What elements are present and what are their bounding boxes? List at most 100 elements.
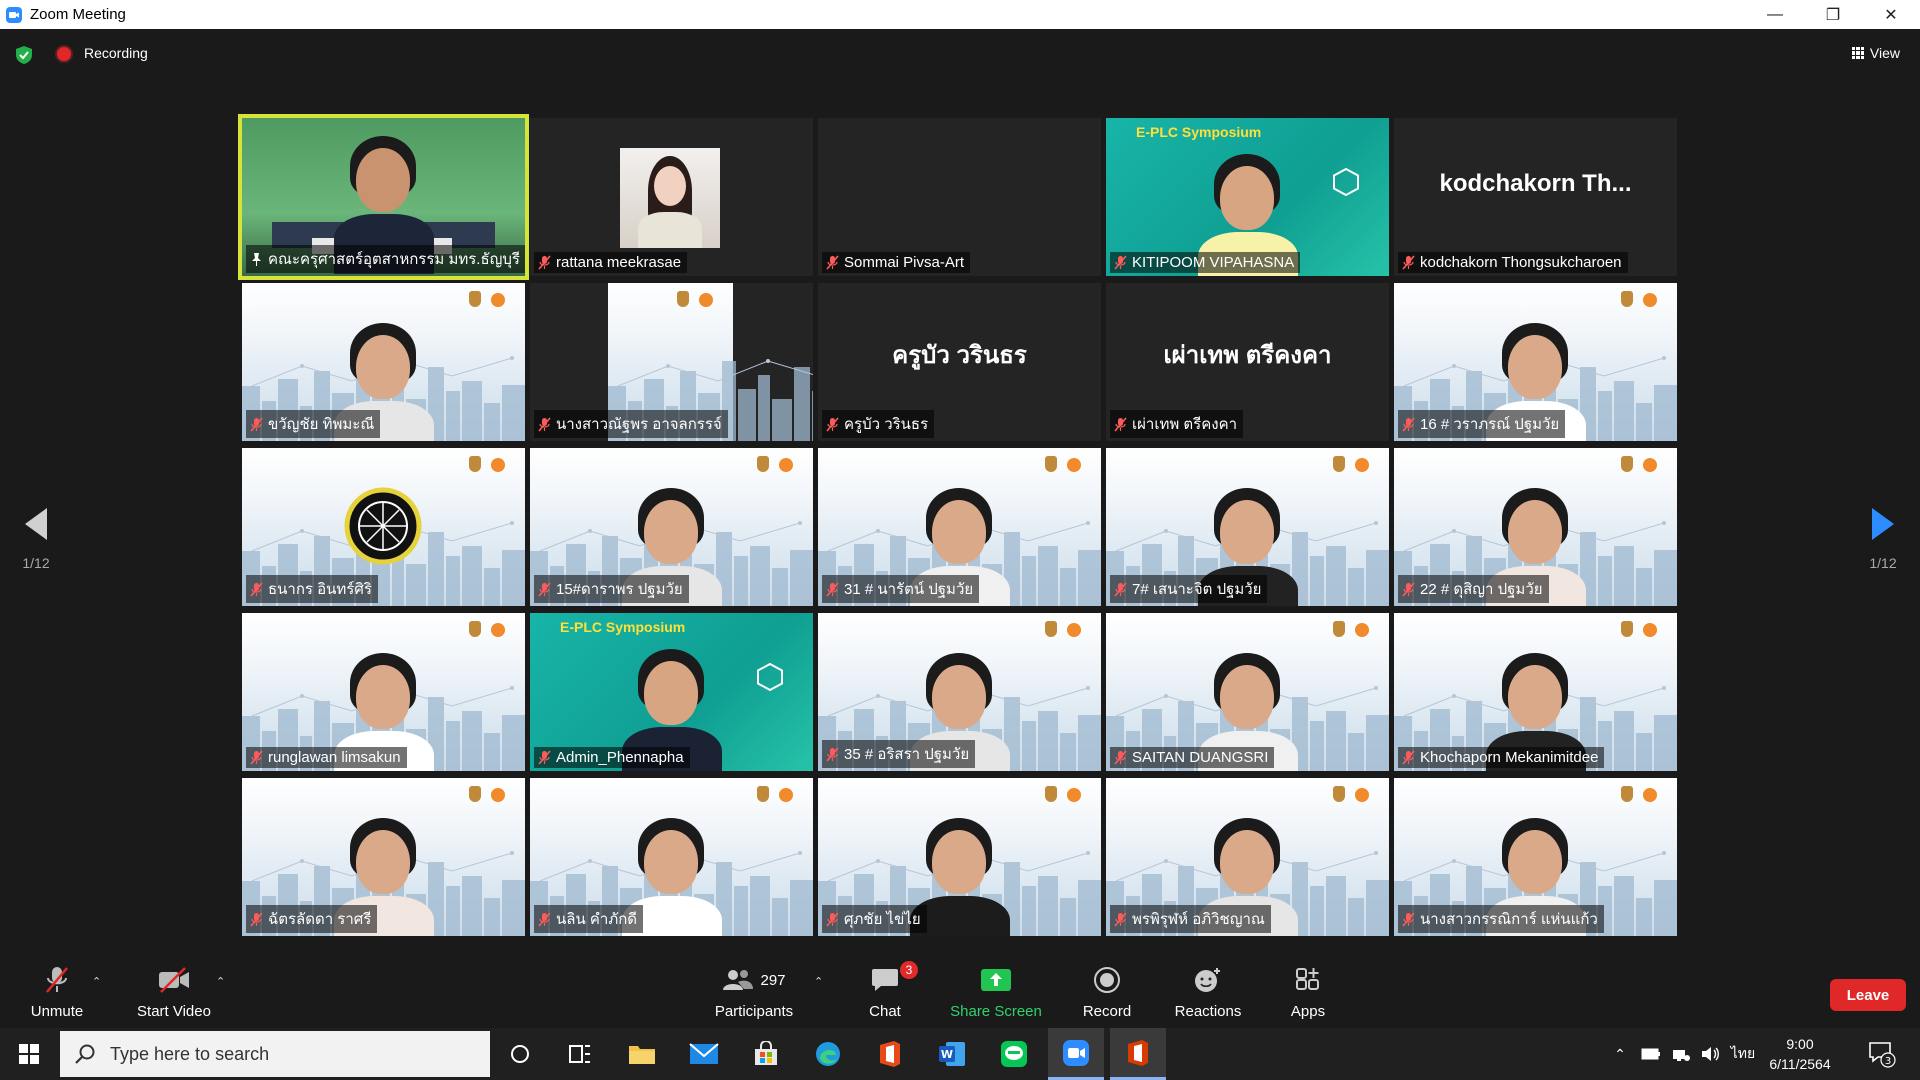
profile-photo bbox=[620, 148, 720, 248]
participant-tile[interactable]: Khochaporn Mekanimitdee bbox=[1394, 613, 1677, 771]
next-page-button[interactable]: 1/12 bbox=[1853, 508, 1913, 571]
university-logo-icon bbox=[757, 786, 769, 802]
microphone-muted-icon bbox=[1402, 416, 1415, 432]
record-button[interactable]: Record bbox=[1080, 965, 1134, 1020]
participant-tile[interactable]: 15#ดาราพร ปฐมวัย bbox=[530, 448, 813, 606]
security-shield-icon[interactable] bbox=[16, 46, 32, 64]
participant-tile[interactable]: 7# เสนาะจิต ปฐมวัย bbox=[1106, 448, 1389, 606]
participant-name: 31 # นารัตน์ ปฐมวัย bbox=[844, 581, 974, 598]
participant-tile[interactable]: นลิน คำภักดี bbox=[530, 778, 813, 936]
participant-name: KITIPOOM VIPAHASNA bbox=[1132, 254, 1295, 271]
university-logo-icon bbox=[469, 621, 481, 637]
participant-name: 16 # วราภรณ์ ปฐมวัย bbox=[1420, 416, 1560, 433]
apps-icon bbox=[1296, 968, 1319, 990]
sun-decoration bbox=[1067, 788, 1081, 802]
taskbar-zoom[interactable] bbox=[1048, 1028, 1104, 1080]
participant-tile[interactable]: 31 # นารัตน์ ปฐมวัย bbox=[818, 448, 1101, 606]
participant-tile[interactable]: ธนากร อินทร์ศิริ bbox=[242, 448, 525, 606]
chat-button[interactable]: 3 Chat bbox=[862, 961, 918, 1020]
taskbar-edge[interactable] bbox=[800, 1028, 856, 1080]
taskbar-line[interactable] bbox=[986, 1028, 1042, 1080]
microphone-muted-icon bbox=[1402, 255, 1415, 270]
participant-tile[interactable]: คณะครุศาสตร์อุตสาหกรรม มทร.ธัญบุรี bbox=[238, 114, 529, 280]
taskbar-word[interactable]: W bbox=[924, 1028, 980, 1080]
arrow-left-icon bbox=[25, 508, 47, 540]
microphone-muted-icon bbox=[826, 911, 839, 927]
close-icon[interactable]: ✕ bbox=[1862, 0, 1920, 29]
university-logo-icon bbox=[1333, 786, 1345, 802]
participant-display-name-large: kodchakorn Th... bbox=[1439, 170, 1632, 197]
page-indicator-right: 1/12 bbox=[1869, 555, 1897, 571]
participant-tile[interactable]: SAITAN DUANGSRI bbox=[1106, 613, 1389, 771]
microphone-muted-icon bbox=[538, 416, 551, 432]
unmute-button[interactable]: Unmute bbox=[22, 965, 92, 1020]
participants-chevron-up-icon[interactable]: ⌃ bbox=[814, 975, 823, 988]
microphone-muted-icon bbox=[538, 255, 551, 270]
taskbar-office[interactable] bbox=[862, 1028, 918, 1080]
participant-tile[interactable]: E-PLC Symposium Admin_Phennapha bbox=[530, 613, 813, 771]
participant-name: ศุภชัย ไข่ไย bbox=[844, 911, 921, 928]
recording-label: Recording bbox=[84, 45, 148, 61]
participant-name-bar: SAITAN DUANGSRI bbox=[1110, 747, 1275, 768]
sun-decoration bbox=[1643, 788, 1657, 802]
microphone-muted-icon bbox=[1402, 911, 1415, 927]
participant-tile[interactable]: Sommai Pivsa-Art bbox=[818, 118, 1101, 276]
participant-tile[interactable]: นางสาวกรรณิการ์ แห่นแก้ว bbox=[1394, 778, 1677, 936]
taskbar-clock[interactable]: 9:00 6/11/2564 bbox=[1752, 1034, 1848, 1074]
participant-name-bar: 35 # อริสรา ปฐมวัย bbox=[822, 740, 976, 768]
participant-tile[interactable]: 22 # ดุสิญา ปฐมวัย bbox=[1394, 448, 1677, 606]
volume-icon[interactable] bbox=[1696, 1028, 1726, 1080]
start-video-button[interactable]: Start Video bbox=[132, 965, 216, 1020]
mail-icon bbox=[689, 1043, 719, 1064]
taskbar-mail[interactable] bbox=[676, 1028, 732, 1080]
participant-name-bar: 15#ดาราพร ปฐมวัย bbox=[534, 575, 689, 603]
participant-tile[interactable]: พรพิรุฬห์ อภิวิชญาณ bbox=[1106, 778, 1389, 936]
participant-tile[interactable]: นางสาวณัฐพร อาจลกรรจ์ bbox=[530, 283, 813, 441]
audio-options-chevron-up-icon[interactable]: ⌃ bbox=[92, 975, 101, 988]
participant-name: นางสาวณัฐพร อาจลกรรจ์ bbox=[556, 416, 722, 433]
taskbar-powerpoint[interactable] bbox=[1110, 1028, 1166, 1080]
apps-button[interactable]: Apps bbox=[1288, 965, 1328, 1020]
reactions-button[interactable]: Reactions bbox=[1172, 965, 1244, 1020]
cortana-button[interactable] bbox=[492, 1028, 548, 1080]
view-button[interactable]: View bbox=[1846, 40, 1906, 66]
participant-tile[interactable]: E-PLC Symposium KITIPOOM VIPAHASNA bbox=[1106, 118, 1389, 276]
participant-tile[interactable]: ฉัตรลัดดา ราศรี bbox=[242, 778, 525, 936]
leave-button[interactable]: Leave bbox=[1830, 979, 1906, 1011]
taskbar-search-box[interactable]: Type here to search bbox=[60, 1031, 490, 1077]
view-label: View bbox=[1869, 45, 1900, 61]
participant-tile[interactable]: rattana meekrasae bbox=[530, 118, 813, 276]
share-screen-button[interactable]: Share Screen bbox=[950, 965, 1042, 1020]
taskbar-store[interactable] bbox=[738, 1028, 794, 1080]
participant-tile[interactable]: เผ่าเทพ ตรีคงคา เผ่าเทพ ตรีคงคา bbox=[1106, 283, 1389, 441]
participant-name-bar: นลิน คำภักดี bbox=[534, 905, 644, 933]
video-options-chevron-up-icon[interactable]: ⌃ bbox=[216, 975, 225, 988]
reactions-smiley-icon bbox=[1195, 968, 1220, 992]
taskbar-file-explorer[interactable] bbox=[614, 1028, 670, 1080]
action-center-button[interactable]: 3 bbox=[1868, 1040, 1896, 1068]
participant-tile[interactable]: 35 # อริสรา ปฐมวัย bbox=[818, 613, 1101, 771]
sun-decoration bbox=[779, 458, 793, 472]
participants-button[interactable]: 297 Participants bbox=[708, 965, 800, 1020]
participant-tile[interactable]: kodchakorn Th... kodchakorn Thongsukcharo… bbox=[1394, 118, 1677, 276]
participant-name: kodchakorn Thongsukcharoen bbox=[1420, 254, 1622, 271]
task-view-button[interactable] bbox=[552, 1028, 608, 1080]
windows-start-button[interactable] bbox=[0, 1028, 58, 1080]
network-icon[interactable] bbox=[1666, 1028, 1696, 1080]
windows-logo-icon bbox=[19, 1044, 39, 1064]
restore-icon[interactable]: ❐ bbox=[1804, 0, 1862, 29]
participant-tile[interactable]: 16 # วราภรณ์ ปฐมวัย bbox=[1394, 283, 1677, 441]
previous-page-button[interactable]: 1/12 bbox=[6, 508, 66, 571]
university-logo-icon bbox=[1621, 621, 1633, 637]
participant-tile[interactable]: ขวัญชัย ทิพมะณี bbox=[242, 283, 525, 441]
participant-tile[interactable]: runglawan limsakun bbox=[242, 613, 525, 771]
sun-decoration bbox=[1643, 623, 1657, 637]
page-indicator-left: 1/12 bbox=[22, 555, 50, 571]
battery-icon[interactable] bbox=[1636, 1028, 1666, 1080]
share-screen-label: Share Screen bbox=[950, 1003, 1042, 1020]
minimize-icon[interactable]: — bbox=[1746, 0, 1804, 29]
participant-name: 7# เสนาะจิต ปฐมวัย bbox=[1132, 581, 1262, 598]
participant-tile[interactable]: ครูบัว วรินธร ครูบัว วรินธร bbox=[818, 283, 1101, 441]
participant-tile[interactable]: ศุภชัย ไข่ไย bbox=[818, 778, 1101, 936]
show-hidden-icons-chevron-up-icon[interactable]: ⌃ bbox=[1606, 1028, 1634, 1080]
